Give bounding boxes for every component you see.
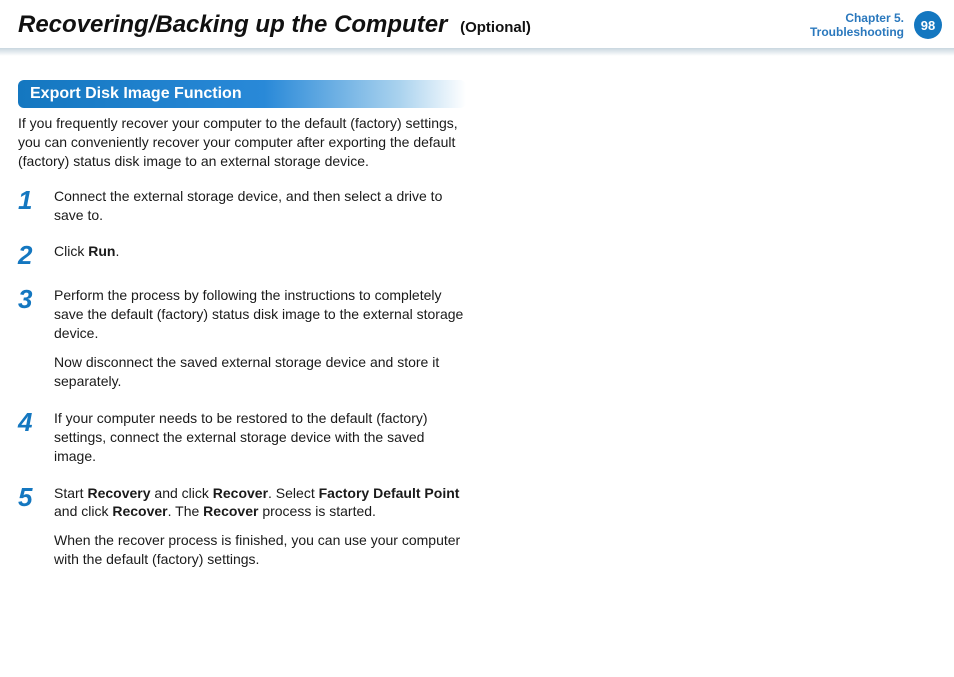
step-number: 5	[18, 484, 40, 570]
step: 5Start Recovery and click Recover. Selec…	[18, 484, 466, 570]
page-title: Recovering/Backing up the Computer (Opti…	[18, 11, 531, 39]
main-content: Export Disk Image Function If you freque…	[18, 80, 466, 587]
chapter-info: Chapter 5. Troubleshooting 98	[810, 11, 942, 40]
page-header: Recovering/Backing up the Computer (Opti…	[0, 0, 954, 50]
section-intro: If you frequently recover your computer …	[18, 114, 466, 171]
manual-page: Recovering/Backing up the Computer (Opti…	[0, 0, 954, 677]
chapter-name: Troubleshooting	[810, 25, 904, 39]
step: 1 Connect the external storage device, an…	[18, 187, 466, 225]
step-list: 1 Connect the external storage device, an…	[18, 187, 466, 569]
step-number: 1	[18, 187, 40, 225]
title-main: Recovering/Backing up the Computer	[18, 11, 447, 38]
step-number: 4	[18, 409, 40, 466]
title-suffix: (Optional)	[460, 19, 531, 36]
chapter-number: Chapter 5.	[810, 11, 904, 25]
section-heading: Export Disk Image Function	[18, 80, 466, 108]
step-subtext: When the recover process is finished, yo…	[54, 531, 466, 569]
step-body: If your computer needs to be restored to…	[54, 409, 466, 466]
header-divider	[0, 48, 954, 56]
step-subtext: Now disconnect the saved external storag…	[54, 353, 466, 391]
step: 4If your computer needs to be restored t…	[18, 409, 466, 466]
step: 2 Click Run.	[18, 242, 466, 268]
step-body: Click Run.	[54, 242, 119, 268]
step-number: 2	[18, 242, 40, 268]
step-body: Perform the process by following the ins…	[54, 286, 466, 390]
step-body: Start Recovery and click Recover. Select…	[54, 484, 466, 570]
step-body: Connect the external storage device, and…	[54, 187, 466, 225]
step-number: 3	[18, 286, 40, 390]
page-number-badge: 98	[914, 11, 942, 39]
chapter-label: Chapter 5. Troubleshooting	[810, 11, 904, 40]
step: 3Perform the process by following the in…	[18, 286, 466, 390]
